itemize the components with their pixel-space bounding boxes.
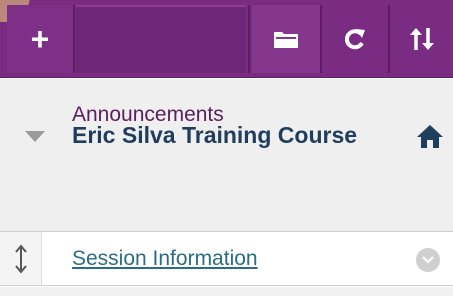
course-header[interactable]: Eric Silva Training Course	[0, 115, 453, 155]
toolbar-blank-area	[76, 5, 246, 73]
home-icon[interactable]	[415, 123, 445, 149]
course-menu-panel: Eric Silva Training Course	[0, 79, 453, 231]
refresh-icon	[344, 29, 365, 50]
refresh-button[interactable]	[322, 5, 388, 73]
vertical-resize-icon	[14, 243, 27, 274]
folder-view-button[interactable]	[252, 5, 320, 73]
drag-handle[interactable]	[0, 232, 42, 285]
chevron-down-icon	[422, 256, 434, 264]
menu-item-session-information[interactable]: Session Information	[0, 231, 453, 286]
item-options-button[interactable]	[416, 248, 440, 272]
toolbar-divider	[73, 5, 75, 73]
add-menu-item-button[interactable]: +	[7, 5, 73, 73]
toolbar-divider	[248, 5, 250, 73]
reorder-button[interactable]	[390, 5, 453, 73]
caret-down-icon[interactable]	[25, 131, 45, 142]
plus-icon: +	[30, 21, 50, 57]
sort-icon	[409, 28, 434, 50]
course-toolbar: +	[0, 0, 453, 78]
session-information-link[interactable]: Session Information	[72, 247, 258, 271]
menu-bottom-strip	[0, 287, 453, 296]
folder-icon	[274, 32, 298, 48]
menu-item-announcements[interactable]: Announcements	[72, 103, 224, 127]
